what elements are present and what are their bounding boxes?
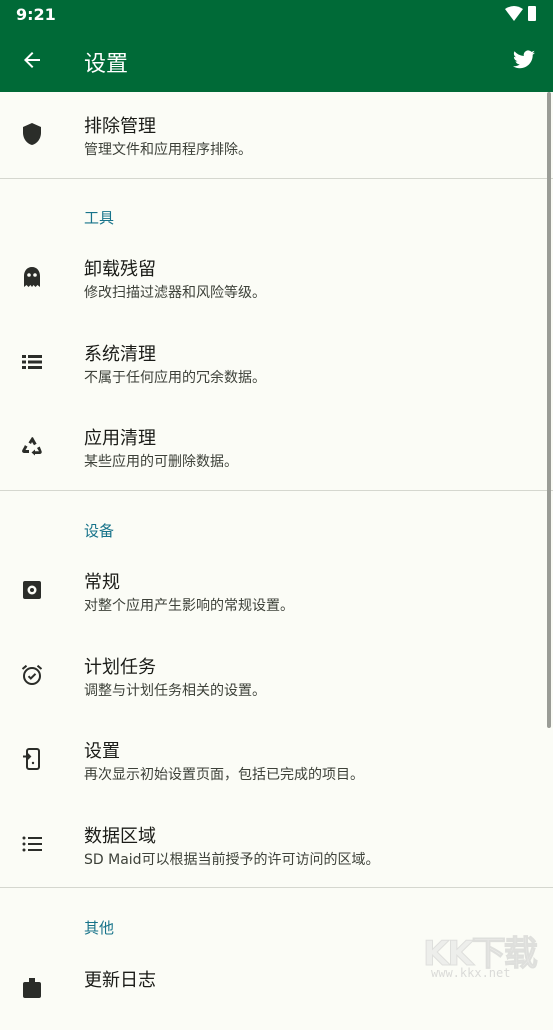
exclusions-subtitle: 管理文件和应用程序排除。	[84, 142, 252, 158]
changelog-icon	[23, 978, 41, 998]
watermark: KK下载 www.kkx.net	[423, 926, 549, 982]
recycle-icon	[22, 437, 42, 456]
ghost-icon	[24, 267, 40, 287]
scrollbar[interactable]	[547, 92, 551, 728]
watermark-url: www.kkx.net	[431, 966, 511, 980]
data-areas-title: 数据区域	[84, 826, 156, 847]
divider	[0, 490, 553, 491]
app-bar: 设置	[0, 28, 553, 92]
general-subtitle: 对整个应用产生影响的常规设置。	[84, 598, 294, 614]
data-areas-subtitle: SD Maid可以根据当前授予的许可访问的区域。	[84, 852, 380, 868]
twitter-icon[interactable]	[511, 48, 537, 72]
wifi-icon	[505, 6, 523, 21]
setup-item[interactable]: 设置 再次显示初始设置页面，包括已完成的项目。	[0, 717, 553, 801]
battery-icon	[528, 6, 536, 21]
alarm-check-icon	[21, 664, 43, 685]
app-cleaner-subtitle: 某些应用的可删除数据。	[84, 454, 238, 470]
exclusions-item[interactable]: 排除管理 管理文件和应用程序排除。	[0, 92, 553, 176]
setup-subtitle: 再次显示初始设置页面，包括已完成的项目。	[84, 767, 364, 783]
corpse-finder-item[interactable]: 卸载残留 修改扫描过滤器和风险等级。	[0, 235, 553, 319]
app-cleaner-title: 应用清理	[84, 428, 156, 449]
format-list-icon	[22, 836, 42, 852]
corpse-finder-subtitle: 修改扫描过滤器和风险等级。	[84, 285, 266, 301]
general-title: 常规	[84, 572, 120, 593]
shield-icon	[23, 123, 41, 145]
divider	[0, 178, 553, 179]
system-cleaner-subtitle: 不属于任何应用的冗余数据。	[84, 370, 266, 386]
scheduler-title: 计划任务	[84, 657, 156, 678]
general-item[interactable]: 常规 对整个应用产生影响的常规设置。	[0, 548, 553, 632]
phone-setup-icon	[23, 748, 40, 770]
data-areas-item[interactable]: 数据区域 SD Maid可以根据当前授予的许可访问的区域。	[0, 802, 553, 886]
setup-title: 设置	[84, 741, 120, 762]
list-icon	[22, 355, 42, 369]
back-arrow-icon[interactable]	[20, 48, 44, 72]
system-cleaner-item[interactable]: 系统清理 不属于任何应用的冗余数据。	[0, 320, 553, 404]
status-bar: 9:21	[0, 0, 553, 28]
system-cleaner-title: 系统清理	[84, 344, 156, 365]
status-time: 9:21	[16, 5, 56, 24]
section-other-header: 其他	[84, 919, 115, 937]
changelog-title: 更新日志	[84, 970, 156, 991]
scheduler-subtitle: 调整与计划任务相关的设置。	[84, 683, 266, 699]
app-cleaner-item[interactable]: 应用清理 某些应用的可删除数据。	[0, 404, 553, 488]
settings-box-icon	[23, 581, 41, 599]
page-title: 设置	[84, 52, 129, 77]
corpse-finder-title: 卸载残留	[84, 259, 156, 280]
exclusions-title: 排除管理	[84, 116, 156, 137]
section-device-header: 设备	[84, 522, 115, 540]
section-tools-header: 工具	[84, 209, 115, 227]
scheduler-item[interactable]: 计划任务 调整与计划任务相关的设置。	[0, 633, 553, 717]
divider	[0, 887, 553, 888]
